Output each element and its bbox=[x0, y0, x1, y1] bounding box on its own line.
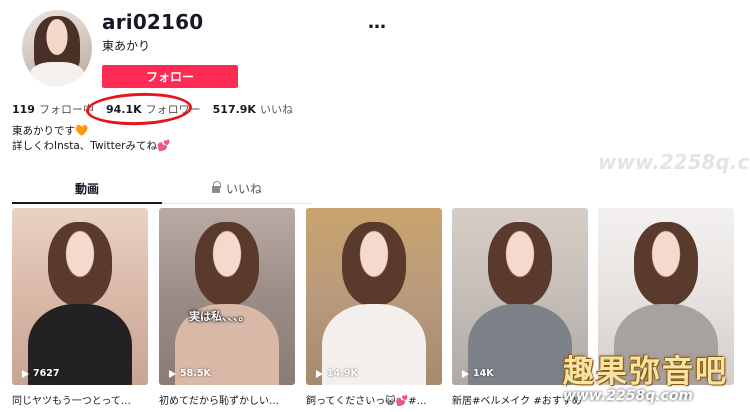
bio-line-1: 東あかりです🧡 bbox=[12, 125, 89, 137]
video-thumbnail[interactable]: 実は私、、、。 58.5K bbox=[159, 208, 295, 385]
lock-icon bbox=[211, 181, 221, 193]
stat-following[interactable]: 119 フォロー中 bbox=[12, 101, 94, 117]
follow-button[interactable]: フォロー bbox=[102, 65, 238, 88]
video-card[interactable]: 14.9K 飼ってくださいっ😺💕#… bbox=[306, 208, 442, 407]
profile-tabs: 動画 いいね bbox=[12, 180, 312, 204]
red-highlight-circle bbox=[85, 91, 193, 127]
view-count: 14K bbox=[462, 368, 494, 379]
site-watermark: 趣果弥音吧 bbox=[563, 354, 728, 390]
play-icon bbox=[316, 369, 323, 378]
stat-likes-label: いいね bbox=[259, 103, 293, 116]
stat-following-count: 119 bbox=[12, 103, 35, 116]
stat-likes-count: 517.9K bbox=[212, 103, 256, 116]
tab-liked-label: いいね bbox=[225, 182, 262, 196]
video-overlay-text: 実は私、、、。 bbox=[189, 310, 250, 323]
video-card[interactable]: 実は私、、、。 58.5K 初めてだから恥ずかしい… bbox=[159, 208, 295, 407]
view-count: 58.5K bbox=[169, 368, 211, 379]
video-thumbnail[interactable]: 14.9K bbox=[306, 208, 442, 385]
faint-watermark-url: www.2258q.com bbox=[598, 150, 750, 174]
profile-display-name: 東あかり bbox=[102, 39, 151, 53]
profile-bio: 東あかりです🧡 詳しくわInsta、Twitterみてね💕 bbox=[12, 124, 170, 154]
video-thumbnail[interactable]: 7627 bbox=[12, 208, 148, 385]
video-caption: 飼ってくださいっ😺💕#… bbox=[306, 396, 427, 407]
play-icon bbox=[462, 369, 469, 378]
more-options-icon[interactable]: … bbox=[368, 12, 387, 33]
tab-liked[interactable]: いいね bbox=[162, 180, 312, 204]
video-caption: 同じヤツもう一つとって… bbox=[12, 396, 131, 407]
video-card[interactable]: 7627 同じヤツもう一つとって… bbox=[12, 208, 148, 407]
view-count: 14.9K bbox=[316, 368, 358, 379]
video-caption: 初めてだから恥ずかしい… bbox=[159, 396, 279, 407]
play-icon bbox=[169, 369, 176, 378]
profile-username: ari02160 bbox=[102, 10, 204, 34]
stat-likes: 517.9K いいね bbox=[213, 101, 293, 117]
tab-videos[interactable]: 動画 bbox=[12, 180, 162, 204]
profile-avatar bbox=[22, 10, 92, 86]
view-count: 7627 bbox=[22, 368, 59, 379]
bio-line-2: 詳しくわInsta、Twitterみてね💕 bbox=[12, 140, 171, 152]
play-icon bbox=[22, 369, 29, 378]
site-watermark-url: www.2258q.com bbox=[563, 388, 694, 404]
